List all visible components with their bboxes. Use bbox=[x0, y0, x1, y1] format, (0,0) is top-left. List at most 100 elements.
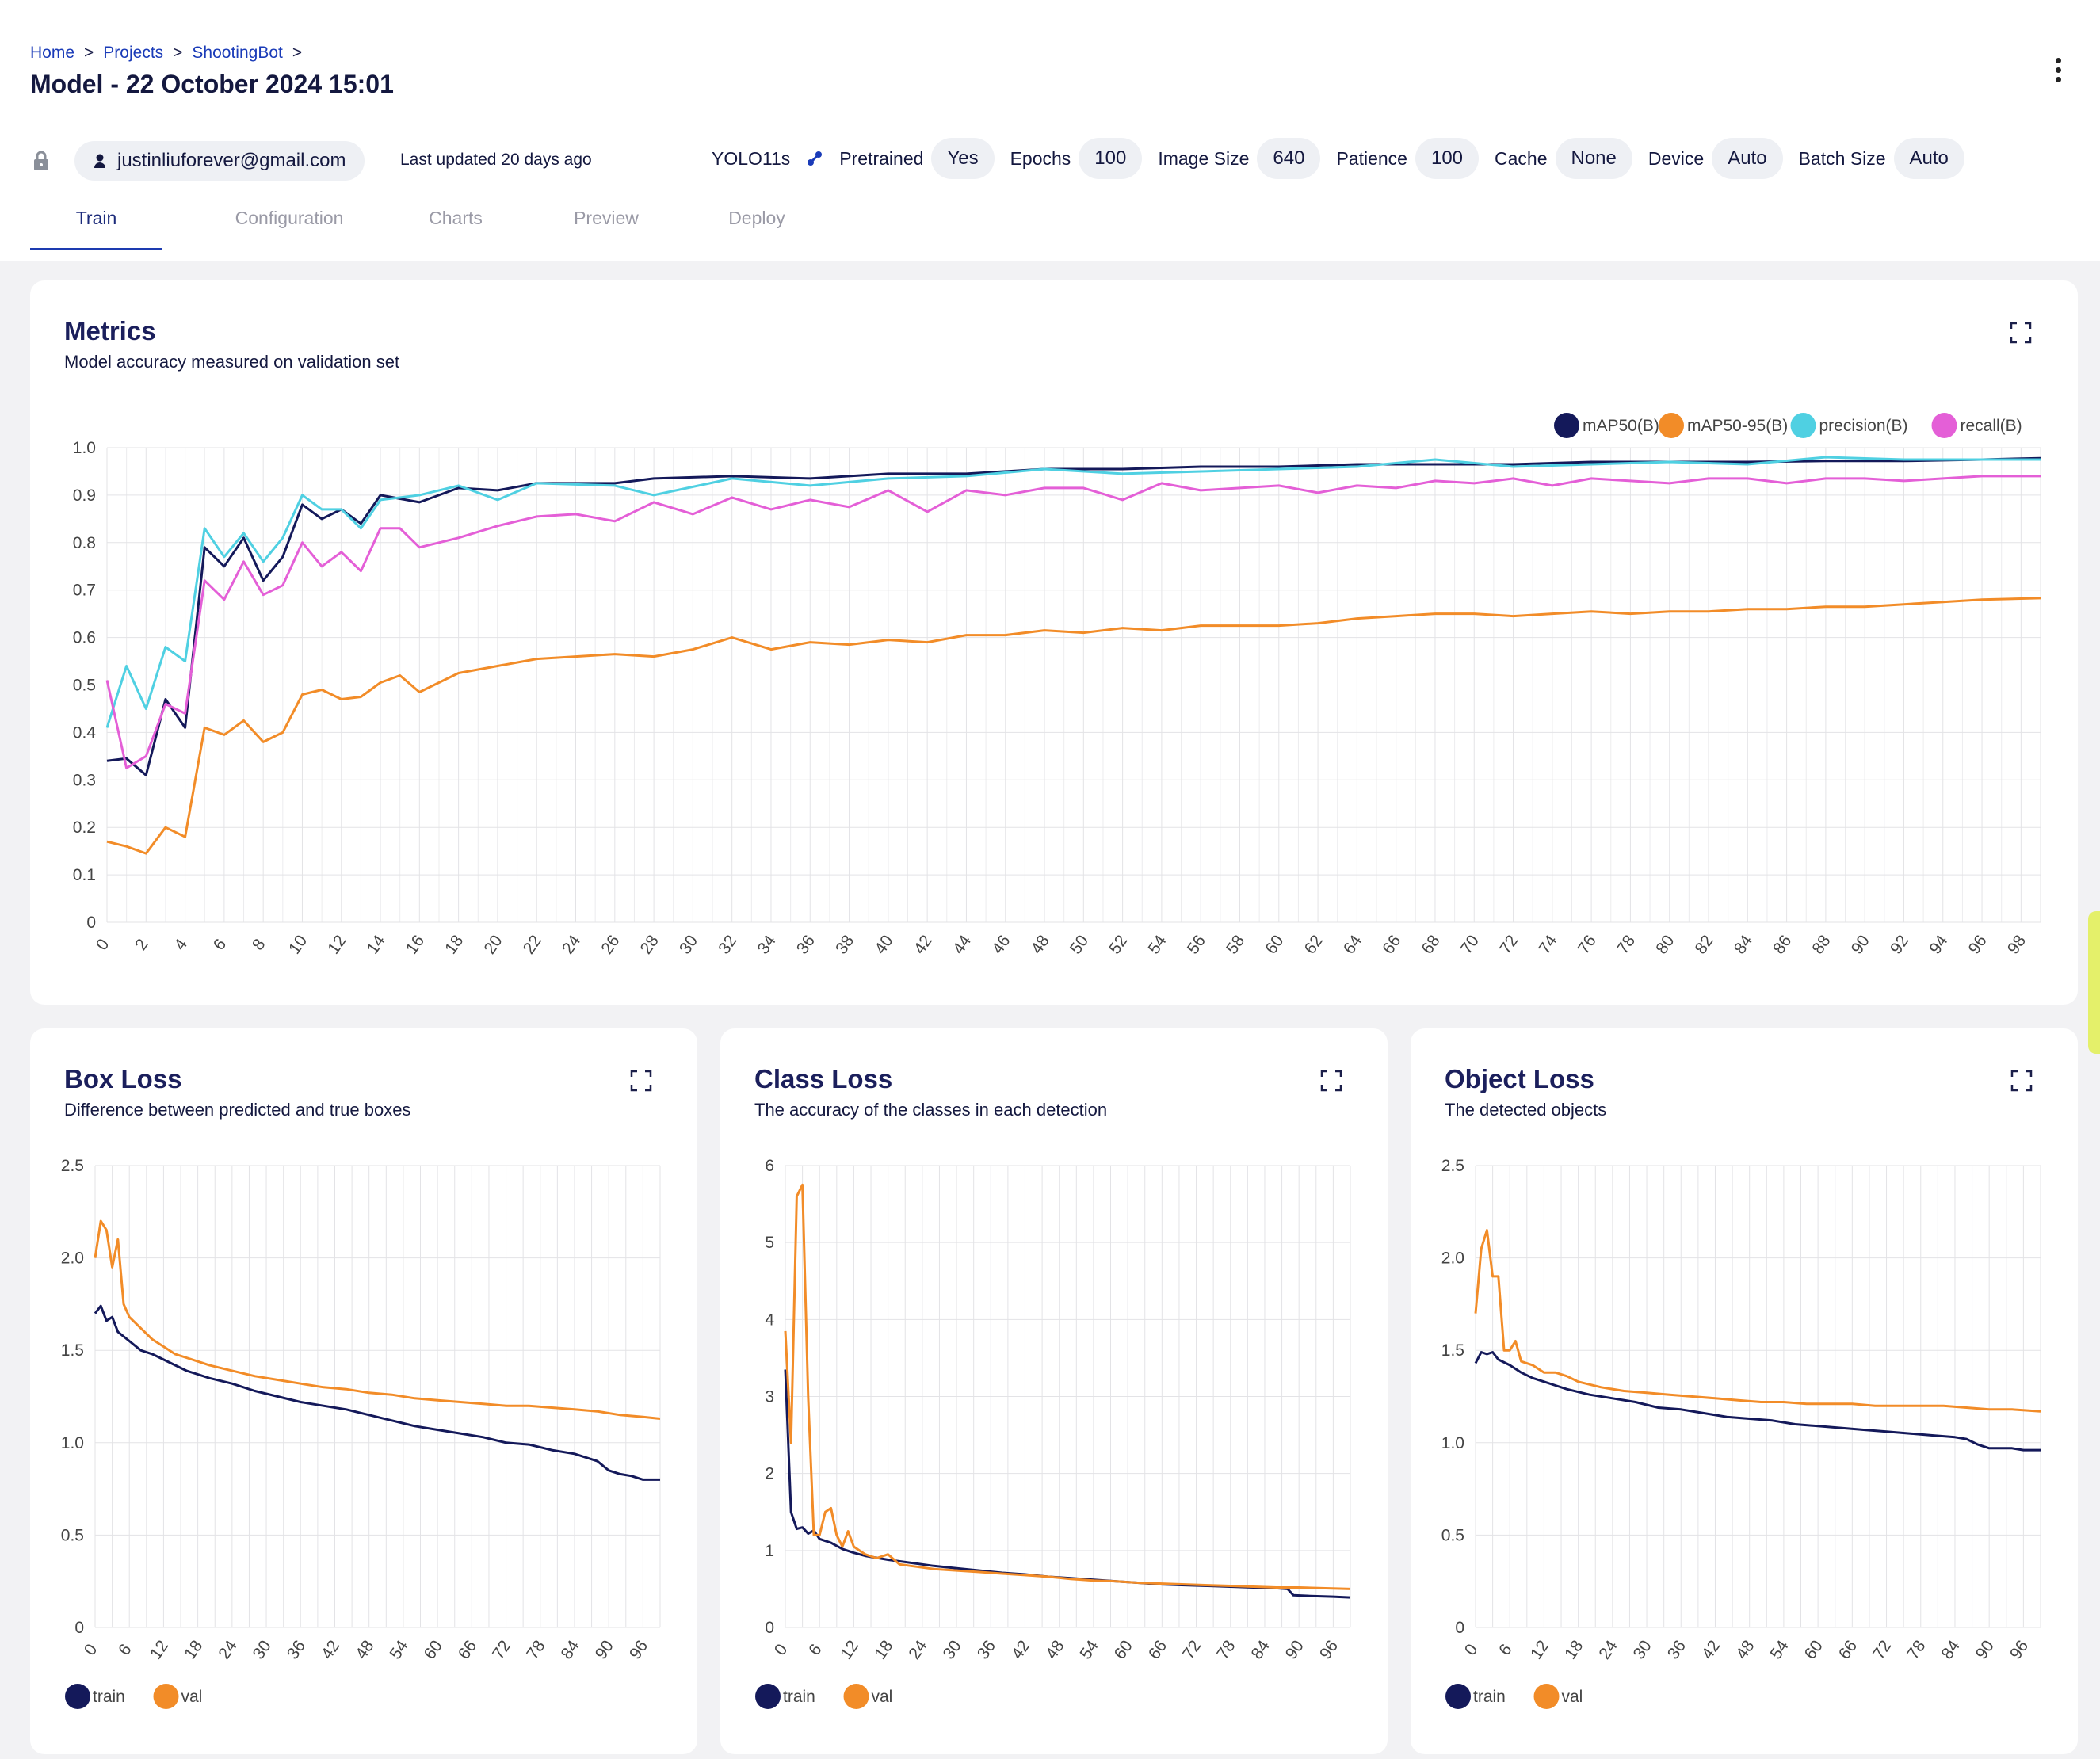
x-tick-label: 54 bbox=[386, 1637, 411, 1663]
x-tick-label: 56 bbox=[1184, 932, 1209, 957]
x-tick-label: 30 bbox=[940, 1637, 965, 1662]
x-tick-label: 58 bbox=[1223, 932, 1248, 957]
tab-preview[interactable]: Preview bbox=[559, 208, 654, 250]
x-tick-label: 90 bbox=[1972, 1637, 1998, 1662]
breadcrumb: Home > Projects > ShootingBot > bbox=[30, 44, 302, 63]
tab-configuration[interactable]: Configuration bbox=[226, 208, 353, 250]
x-tick-label: 48 bbox=[1042, 1637, 1067, 1662]
legend-label: val bbox=[181, 1688, 203, 1706]
breadcrumb-project[interactable]: ShootingBot bbox=[192, 44, 282, 63]
x-tick-label: 78 bbox=[1213, 1637, 1239, 1662]
x-tick-label: 24 bbox=[559, 932, 584, 958]
x-tick-label: 26 bbox=[598, 932, 623, 957]
y-tick-label: 2.0 bbox=[1441, 1250, 1464, 1268]
x-tick-label: 18 bbox=[441, 932, 467, 957]
x-tick-label: 46 bbox=[988, 932, 1014, 957]
x-tick-label: 72 bbox=[1869, 1637, 1895, 1662]
x-tick-label: 78 bbox=[1903, 1637, 1929, 1662]
feedback-tab[interactable] bbox=[2088, 911, 2100, 1054]
x-tick-label: 6 bbox=[210, 936, 231, 954]
y-tick-label: 0 bbox=[86, 914, 96, 932]
y-tick-label: 3 bbox=[765, 1388, 774, 1406]
x-tick-label: 36 bbox=[974, 1637, 999, 1662]
x-tick-label: 4 bbox=[170, 936, 191, 954]
y-tick-label: 2 bbox=[765, 1465, 774, 1483]
y-tick-label: 6 bbox=[765, 1157, 774, 1175]
legend-swatch bbox=[1554, 413, 1579, 438]
x-tick-label: 74 bbox=[1535, 932, 1560, 958]
x-tick-label: 6 bbox=[115, 1641, 136, 1659]
x-tick-label: 86 bbox=[1770, 932, 1795, 957]
x-tick-label: 64 bbox=[1340, 932, 1365, 958]
x-tick-label: 84 bbox=[1938, 1637, 1964, 1663]
breadcrumb-separator: > bbox=[84, 44, 94, 62]
param-label-patience: Patience bbox=[1336, 147, 1407, 169]
x-tick-label: 6 bbox=[805, 1641, 826, 1659]
x-tick-label: 96 bbox=[2006, 1637, 2032, 1662]
legend-label: recall(B) bbox=[1961, 417, 2022, 435]
class-loss-card: Class Loss The accuracy of the classes i… bbox=[720, 1028, 1388, 1754]
x-tick-label: 30 bbox=[250, 1637, 275, 1662]
breadcrumb-home[interactable]: Home bbox=[30, 44, 74, 63]
x-tick-label: 80 bbox=[1652, 932, 1678, 957]
tab-train[interactable]: Train bbox=[30, 208, 162, 250]
breadcrumb-separator: > bbox=[173, 44, 183, 62]
box-loss-chart: 0 6 12 18 24 30 36 42 48 54 60 66 72 78 84 90 9600.51.01… bbox=[61, 1157, 661, 1709]
x-tick-label: 66 bbox=[1145, 1637, 1170, 1662]
y-tick-label: 0.5 bbox=[73, 677, 96, 695]
x-tick-label: 84 bbox=[558, 1637, 583, 1663]
x-tick-label: 72 bbox=[1496, 932, 1522, 957]
legend-label: mAP50(B) bbox=[1583, 417, 1659, 435]
legend-swatch bbox=[843, 1684, 869, 1709]
legend-label: precision(B) bbox=[1819, 417, 1908, 435]
legend-swatch bbox=[1931, 413, 1957, 438]
lock-icon bbox=[34, 151, 48, 170]
x-tick-label: 90 bbox=[592, 1637, 617, 1662]
legend-swatch bbox=[153, 1684, 179, 1709]
x-tick-label: 96 bbox=[1316, 1637, 1342, 1662]
y-tick-label: 0.2 bbox=[73, 818, 96, 837]
breadcrumb-projects[interactable]: Projects bbox=[103, 44, 163, 63]
more-options-button[interactable] bbox=[2046, 54, 2070, 86]
x-tick-label: 18 bbox=[1561, 1637, 1586, 1662]
x-tick-label: 54 bbox=[1766, 1637, 1792, 1663]
y-tick-label: 2.0 bbox=[61, 1250, 84, 1268]
param-label-cache: Cache bbox=[1495, 147, 1548, 169]
user-icon bbox=[94, 154, 105, 168]
x-tick-label: 72 bbox=[489, 1637, 514, 1662]
x-tick-label: 54 bbox=[1076, 1637, 1102, 1663]
y-tick-label: 5 bbox=[765, 1234, 774, 1252]
legend-label: train bbox=[783, 1688, 815, 1706]
param-value-device: Auto bbox=[1712, 138, 1783, 179]
param-value-patience: 100 bbox=[1415, 138, 1480, 179]
x-tick-label: 36 bbox=[793, 932, 819, 957]
x-tick-label: 48 bbox=[1028, 932, 1053, 957]
tab-charts[interactable]: Charts bbox=[416, 208, 495, 250]
x-tick-label: 42 bbox=[318, 1637, 343, 1662]
series-line-val bbox=[94, 1219, 661, 1420]
param-value-pretrained: Yes bbox=[931, 138, 995, 179]
kebab-dot-icon bbox=[2055, 76, 2061, 82]
model-name: YOLO11s bbox=[712, 147, 791, 169]
y-tick-label: 0.5 bbox=[61, 1526, 84, 1544]
param-value-epochs: 100 bbox=[1079, 138, 1143, 179]
series-line-val bbox=[1474, 1229, 2041, 1413]
y-tick-label: 0 bbox=[765, 1619, 774, 1637]
x-tick-label: 18 bbox=[181, 1637, 206, 1662]
tab-deploy[interactable]: Deploy bbox=[717, 208, 796, 250]
x-tick-label: 70 bbox=[1457, 932, 1483, 957]
x-tick-label: 30 bbox=[676, 932, 701, 957]
param-value-cache: None bbox=[1555, 138, 1632, 179]
metrics-card: Metrics Model accuracy measured on valid… bbox=[30, 280, 2078, 1005]
legend-label: mAP50-95(B) bbox=[1687, 417, 1788, 435]
param-value-image-size: 640 bbox=[1257, 138, 1321, 179]
x-tick-label: 30 bbox=[1630, 1637, 1655, 1662]
metrics-chart: 0 2 4 6 8 10 12 14 16 18 20 22 24 26 28 30 32 34 36 38 40 42 4… bbox=[73, 413, 2041, 958]
y-tick-label: 0.5 bbox=[1441, 1526, 1464, 1544]
x-tick-label: 60 bbox=[421, 1637, 446, 1662]
link-icon[interactable] bbox=[806, 150, 823, 167]
series-line-map50-b- bbox=[106, 456, 2041, 776]
user-chip[interactable]: justinliuforever@gmail.com bbox=[74, 141, 365, 181]
x-tick-label: 82 bbox=[1692, 932, 1717, 957]
x-tick-label: 32 bbox=[715, 932, 740, 957]
